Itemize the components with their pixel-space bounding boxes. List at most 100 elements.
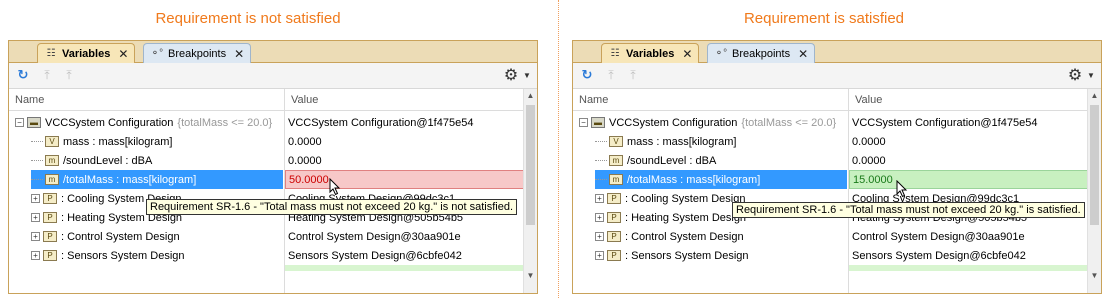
step-into-icon[interactable]: ⤒ xyxy=(39,67,55,83)
variables-panel-satisfied: ☷ Variables ✕ ⚬° Breakpoints ✕ ↻ ⤒ ⤒ ⚙ ▼… xyxy=(572,40,1102,294)
scroll-up-icon[interactable]: ▲ xyxy=(524,89,537,103)
tab-variables-label: Variables xyxy=(626,47,675,60)
part-property-icon: P xyxy=(607,231,621,242)
table-row-selected[interactable]: m /totalMass : mass[kilogram] 50.0000 xyxy=(9,170,525,189)
table-row[interactable]: m /soundLevel : dBA 0.0000 xyxy=(573,151,1087,170)
part-property-icon: P xyxy=(607,212,621,223)
dropdown-caret-icon[interactable]: ▼ xyxy=(1083,67,1099,83)
table-row-selected[interactable]: m /totalMass : mass[kilogram] 15.0000 xyxy=(573,170,1089,189)
name-cell: + P : Sensors System Design xyxy=(31,246,283,265)
gear-icon[interactable]: ⚙ xyxy=(503,67,519,84)
vertical-scrollbar[interactable]: ▲ ▼ xyxy=(1087,89,1101,293)
column-value-header[interactable]: Value xyxy=(291,94,318,106)
mouse-cursor-icon xyxy=(329,178,341,196)
expand-icon[interactable]: + xyxy=(31,194,40,203)
variables-tree-table: Name Value − ▬ VCCSystem Configuration {… xyxy=(573,89,1101,293)
close-icon[interactable]: ✕ xyxy=(798,47,808,61)
gear-icon[interactable]: ⚙ xyxy=(1067,67,1083,84)
tab-variables[interactable]: ☷ Variables ✕ xyxy=(37,43,136,63)
collapse-icon[interactable]: − xyxy=(579,118,588,127)
step-into-icon[interactable]: ⤒ xyxy=(603,67,619,83)
table-row[interactable]: m /soundLevel : dBA 0.0000 xyxy=(9,151,523,170)
collapse-icon[interactable]: − xyxy=(15,118,24,127)
row-value: Control System Design@30aa901e xyxy=(288,230,461,243)
table-row-partial[interactable] xyxy=(9,265,523,271)
tab-breakpoints[interactable]: ⚬° Breakpoints ✕ xyxy=(707,43,816,63)
column-header: Name Value xyxy=(573,89,1087,111)
tab-breakpoints-label: Breakpoints xyxy=(168,47,227,60)
value-cell: 0.0000 xyxy=(849,151,1089,170)
vertical-scrollbar[interactable]: ▲ ▼ xyxy=(523,89,537,293)
expand-icon[interactable]: + xyxy=(595,213,604,222)
value-cell xyxy=(285,265,523,271)
column-value-header[interactable]: Value xyxy=(855,94,882,106)
tooltip-not-satisfied: Requirement SR-1.6 - "Total mass must no… xyxy=(146,199,518,215)
tab-strip: ☷ Variables ✕ ⚬° Breakpoints ✕ xyxy=(9,41,537,63)
row-name: VCCSystem Configuration xyxy=(609,116,738,129)
tab-breakpoints[interactable]: ⚬° Breakpoints ✕ xyxy=(143,43,252,63)
configuration-icon: ▬ xyxy=(27,117,41,128)
close-icon[interactable]: ✕ xyxy=(682,47,692,61)
value-cell-not-satisfied[interactable]: 50.0000 xyxy=(285,170,525,189)
scroll-thumb[interactable] xyxy=(1090,105,1099,225)
refresh-icon[interactable]: ↻ xyxy=(15,67,31,83)
scroll-thumb[interactable] xyxy=(526,105,535,225)
tooltip-satisfied: Requirement SR-1.6 - "Total mass must no… xyxy=(732,202,1085,218)
expand-icon[interactable]: + xyxy=(31,213,40,222)
row-value: VCCSystem Configuration@1f475e54 xyxy=(852,116,1038,129)
expand-icon[interactable]: + xyxy=(595,232,604,241)
derived-property-icon: m xyxy=(45,155,59,166)
name-cell: − ▬ VCCSystem Configuration {totalMass <… xyxy=(15,113,283,132)
toolbar: ↻ ⤒ ⤒ ⚙ ▼ xyxy=(573,63,1101,89)
name-cell: m /soundLevel : dBA xyxy=(31,151,283,170)
refresh-icon[interactable]: ↻ xyxy=(579,67,595,83)
table-row-partial[interactable] xyxy=(573,265,1087,271)
row-name: VCCSystem Configuration xyxy=(45,116,174,129)
row-name: /totalMass : mass[kilogram] xyxy=(627,173,761,186)
table-row[interactable]: V mass : mass[kilogram] 0.0000 xyxy=(9,132,523,151)
variables-tree-table: Name Value − ▬ VCCSystem Configuration {… xyxy=(9,89,537,293)
dropdown-caret-icon[interactable]: ▼ xyxy=(519,67,535,83)
table-row[interactable]: − ▬ VCCSystem Configuration {totalMass <… xyxy=(573,113,1087,132)
tab-variables[interactable]: ☷ Variables ✕ xyxy=(601,43,700,63)
table-row[interactable]: + P : Control System Design Control Syst… xyxy=(573,227,1087,246)
expand-icon[interactable]: + xyxy=(595,194,604,203)
row-value: 0.0000 xyxy=(288,154,322,167)
expand-icon[interactable]: + xyxy=(31,232,40,241)
value-cell: 0.0000 xyxy=(849,132,1089,151)
table-row[interactable]: − ▬ VCCSystem Configuration {totalMass <… xyxy=(9,113,523,132)
breakpoints-icon: ⚬° xyxy=(714,48,728,59)
expand-icon[interactable]: + xyxy=(31,251,40,260)
close-icon[interactable]: ✕ xyxy=(234,47,244,61)
step-over-icon[interactable]: ⤒ xyxy=(61,67,77,83)
scroll-up-icon[interactable]: ▲ xyxy=(1088,89,1101,103)
derived-property-icon: m xyxy=(45,174,59,185)
expand-icon[interactable]: + xyxy=(595,251,604,260)
table-row[interactable]: + P : Sensors System Design Sensors Syst… xyxy=(573,246,1087,265)
row-constraint: {totalMass <= 20.0} xyxy=(741,116,837,129)
name-cell: + P : Control System Design xyxy=(595,227,847,246)
table-row[interactable]: + P : Control System Design Control Syst… xyxy=(9,227,523,246)
variables-panel-not-satisfied: ☷ Variables ✕ ⚬° Breakpoints ✕ ↻ ⤒ ⤒ ⚙ ▼… xyxy=(8,40,538,294)
name-cell: m /totalMass : mass[kilogram] xyxy=(595,170,847,189)
derived-property-icon: m xyxy=(609,174,623,185)
close-icon[interactable]: ✕ xyxy=(118,47,128,61)
scroll-down-icon[interactable]: ▼ xyxy=(524,269,537,283)
row-name: mass : mass[kilogram] xyxy=(63,135,173,148)
step-over-icon[interactable]: ⤒ xyxy=(625,67,641,83)
row-name: : Sensors System Design xyxy=(61,249,185,262)
row-value: 0.0000 xyxy=(852,154,886,167)
part-property-icon: P xyxy=(607,193,621,204)
row-name: : Sensors System Design xyxy=(625,249,749,262)
row-value: 0.0000 xyxy=(288,135,322,148)
table-row[interactable]: V mass : mass[kilogram] 0.0000 xyxy=(573,132,1087,151)
table-row[interactable]: + P : Sensors System Design Sensors Syst… xyxy=(9,246,523,265)
column-name-header[interactable]: Name xyxy=(15,94,44,106)
row-name: : Control System Design xyxy=(61,230,180,243)
value-cell-satisfied[interactable]: 15.0000 xyxy=(849,170,1089,189)
configuration-icon: ▬ xyxy=(591,117,605,128)
row-value: Control System Design@30aa901e xyxy=(852,230,1025,243)
scroll-down-icon[interactable]: ▼ xyxy=(1088,269,1101,283)
value-cell: Sensors System Design@6cbfe042 xyxy=(285,246,525,265)
column-name-header[interactable]: Name xyxy=(579,94,608,106)
